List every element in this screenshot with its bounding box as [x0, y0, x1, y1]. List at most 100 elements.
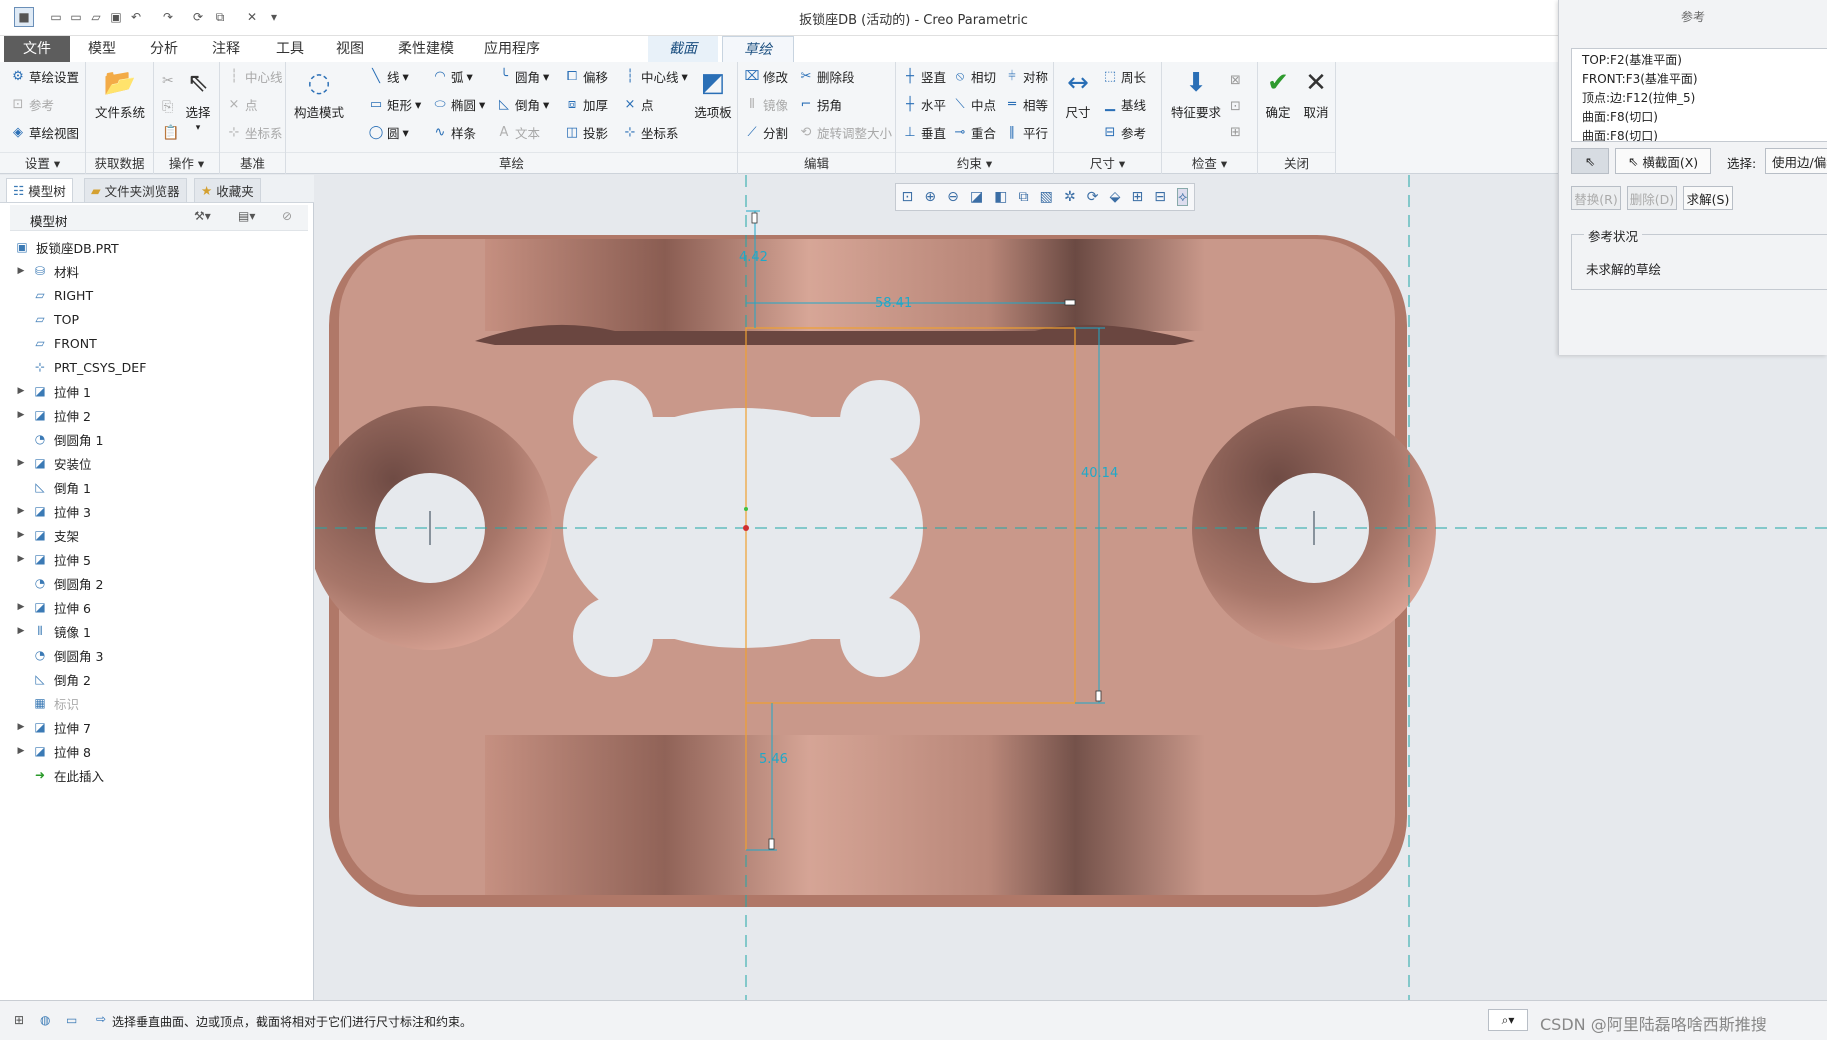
fullscreen-icon[interactable]: ▭ — [66, 1013, 77, 1027]
expand-arrow-icon[interactable]: ▶ — [14, 410, 28, 420]
tree-item[interactable]: ◔ 倒圆角 2 — [14, 571, 304, 595]
equal-constraint-button[interactable]: ═ 相等 — [1004, 94, 1048, 114]
tab-folder-browser[interactable]: ▰ 文件夹浏览器 — [84, 178, 187, 202]
display-style-icon[interactable]: ◧ — [994, 189, 1007, 205]
tab-section[interactable]: 截面 — [648, 36, 718, 62]
tree-item[interactable]: ➜ 在此插入 — [14, 763, 304, 787]
expand-arrow-icon[interactable]: ▶ — [14, 266, 28, 276]
delete-button[interactable]: 删除(D) — [1627, 186, 1677, 210]
spin-center-icon[interactable]: ⟳ — [1087, 189, 1099, 205]
cancel-button[interactable]: ✕ 取消 — [1298, 66, 1334, 121]
expand-arrow-icon[interactable]: ▶ — [14, 554, 28, 564]
vertical-constraint-button[interactable]: ┼ 竖直 — [902, 66, 946, 86]
tree-item[interactable]: ▶ ◪ 拉伸 1 — [14, 379, 304, 403]
expand-arrow-icon[interactable]: ▶ — [14, 722, 28, 732]
group-dimension-label[interactable]: 尺寸 ▾ — [1054, 152, 1161, 174]
chamfer-button[interactable]: ◺ 倒角 ▾ — [496, 94, 549, 114]
tree-item[interactable]: ▶ ◪ 拉伸 8 — [14, 739, 304, 763]
tree-item[interactable]: ◔ 倒圆角 3 — [14, 643, 304, 667]
expand-arrow-icon[interactable]: ▶ — [14, 746, 28, 756]
corner-button[interactable]: ⌐ 拐角 — [798, 94, 892, 114]
sketch-point-button[interactable]: × 点 — [622, 94, 688, 114]
inspect-small-icons[interactable]: ⊠ ⊡ ⊞ — [1230, 68, 1241, 146]
file-system-button[interactable]: 📂 文件系统 — [92, 66, 148, 121]
repaint-icon[interactable]: ◪ — [970, 189, 983, 205]
modify-button[interactable]: ⌧ 修改 — [744, 66, 789, 86]
references-list[interactable]: TOP:F2(基准平面) FRONT:F3(基准平面) 顶点:边:F12(拉伸_… — [1571, 48, 1827, 142]
zoom-out-icon[interactable]: ⊖ — [947, 189, 959, 205]
find-binoculars-icon[interactable]: ⌕▾ — [1488, 1009, 1528, 1031]
coincident-constraint-button[interactable]: ⊸ 重合 — [952, 122, 996, 142]
reference-button[interactable]: ⊡ 参考 — [10, 94, 79, 114]
arc-button[interactable]: ◠ 弧 ▾ — [432, 66, 485, 86]
expand-arrow-icon[interactable]: ▶ — [14, 386, 28, 396]
tree-root[interactable]: ▣ 扳锁座DB.PRT — [14, 235, 304, 259]
select-reference-button[interactable]: ⇖ — [1571, 148, 1609, 174]
sketch-display-icon[interactable]: ⊟ — [1154, 189, 1166, 205]
fillet-button[interactable]: ╰ 圆角 ▾ — [496, 66, 549, 86]
navigator-toggle-icon[interactable]: ⊞ — [14, 1013, 24, 1027]
tree-item[interactable]: ▶ ⫴ 镜像 1 — [14, 619, 304, 643]
construction-mode-button[interactable]: ◌ 构造模式 — [292, 66, 346, 121]
ellipse-button[interactable]: ⬭ 椭圆 ▾ — [432, 94, 485, 114]
expand-arrow-icon[interactable]: ▶ — [14, 506, 28, 516]
group-operations-label[interactable]: 操作 ▾ — [154, 152, 219, 174]
solve-button[interactable]: 求解(S) — [1683, 186, 1733, 210]
project-button[interactable]: ◫ 投影 — [564, 122, 608, 142]
tab-favorites[interactable]: ★ 收藏夹 — [194, 178, 261, 202]
tab-file[interactable]: 文件 — [4, 36, 70, 62]
tree-settings-icon[interactable]: ⚒▾ — [194, 209, 211, 223]
sketch-orient-icon[interactable]: ⟡ — [1177, 188, 1189, 206]
offset-button[interactable]: ⧠ 偏移 — [564, 66, 608, 86]
tree-item[interactable]: ◺ 倒角 2 — [14, 667, 304, 691]
sketch-view-button[interactable]: ◈ 草绘视图 — [10, 122, 79, 142]
parallel-constraint-button[interactable]: ∥ 平行 — [1004, 122, 1048, 142]
circle-button[interactable]: ◯ 圆 ▾ — [368, 122, 421, 142]
expand-arrow-icon[interactable]: ▶ — [14, 458, 28, 468]
group-setup-label[interactable]: 设置 ▾ — [0, 152, 85, 174]
tangent-constraint-button[interactable]: ⦸ 相切 — [952, 66, 996, 86]
expand-arrow-icon[interactable]: ▶ — [14, 626, 28, 636]
tree-show-icon[interactable]: ▤▾ — [238, 209, 255, 223]
expand-arrow-icon[interactable]: ▶ — [14, 530, 28, 540]
tree-item[interactable]: ▱ FRONT — [14, 331, 304, 355]
tab-sketch[interactable]: 草绘 — [722, 36, 794, 62]
tree-item[interactable]: ▶ ◪ 安装位 — [14, 451, 304, 475]
zoom-in-icon[interactable]: ⊕ — [924, 189, 936, 205]
tree-item[interactable]: ▶ ◪ 拉伸 3 — [14, 499, 304, 523]
symmetric-constraint-button[interactable]: ⫩ 对称 — [1004, 66, 1048, 86]
tree-item[interactable]: ▶ ◪ 拉伸 5 — [14, 547, 304, 571]
reference-item[interactable]: 顶点:边:F12(拉伸_5) — [1582, 89, 1817, 108]
tab-analysis[interactable]: 分析 — [136, 36, 192, 62]
browser-toggle-icon[interactable]: ◍ — [40, 1013, 50, 1027]
tab-model[interactable]: 模型 — [74, 36, 130, 62]
perspective-icon[interactable]: ⬙ — [1110, 189, 1121, 205]
spline-button[interactable]: ∿ 样条 — [432, 122, 485, 142]
tree-item[interactable]: ▶ ◪ 支架 — [14, 523, 304, 547]
select-button[interactable]: ⇖ 选择 ▾ — [180, 66, 216, 133]
tab-flexible-modeling[interactable]: 柔性建模 — [386, 36, 466, 62]
perpendicular-constraint-button[interactable]: ⊥ 垂直 — [902, 122, 946, 142]
text-button[interactable]: A 文本 — [496, 122, 549, 142]
tree-filter-icon[interactable]: ⊘ — [282, 209, 292, 223]
reference-item[interactable]: FRONT:F3(基准平面) — [1582, 70, 1817, 89]
cross-section-button[interactable]: ⇖ 横截面(X) — [1615, 148, 1711, 174]
tab-view[interactable]: 视图 — [322, 36, 378, 62]
sketch-csys-button[interactable]: ⊹ 坐标系 — [622, 122, 688, 142]
annotation-display-icon[interactable]: ⊞ — [1131, 189, 1143, 205]
palette-button[interactable]: ◩ 选项板 — [690, 66, 736, 121]
tree-item[interactable]: ▶ ◪ 拉伸 6 — [14, 595, 304, 619]
tab-applications[interactable]: 应用程序 — [472, 36, 552, 62]
dimension-button[interactable]: ↔ 尺寸 — [1058, 66, 1098, 121]
reference-item[interactable]: 曲面:F8(切口) — [1582, 127, 1817, 141]
sketch-setup-button[interactable]: ⚙ 草绘设置 — [10, 66, 79, 86]
refit-icon[interactable]: ⊡ — [902, 189, 914, 205]
sketch-centerline-button[interactable]: ┆ 中心线 ▾ — [622, 66, 688, 86]
tree-item[interactable]: ▦ 标识 — [14, 691, 304, 715]
tab-tools[interactable]: 工具 — [262, 36, 318, 62]
datum-csys-button[interactable]: ⊹ 坐标系 — [226, 122, 283, 142]
group-constrain-label[interactable]: 约束 ▾ — [896, 152, 1053, 174]
datum-point-button[interactable]: × 点 — [226, 94, 283, 114]
rectangle-button[interactable]: ▭ 矩形 ▾ — [368, 94, 421, 114]
replace-button[interactable]: 替换(R) — [1571, 186, 1621, 210]
